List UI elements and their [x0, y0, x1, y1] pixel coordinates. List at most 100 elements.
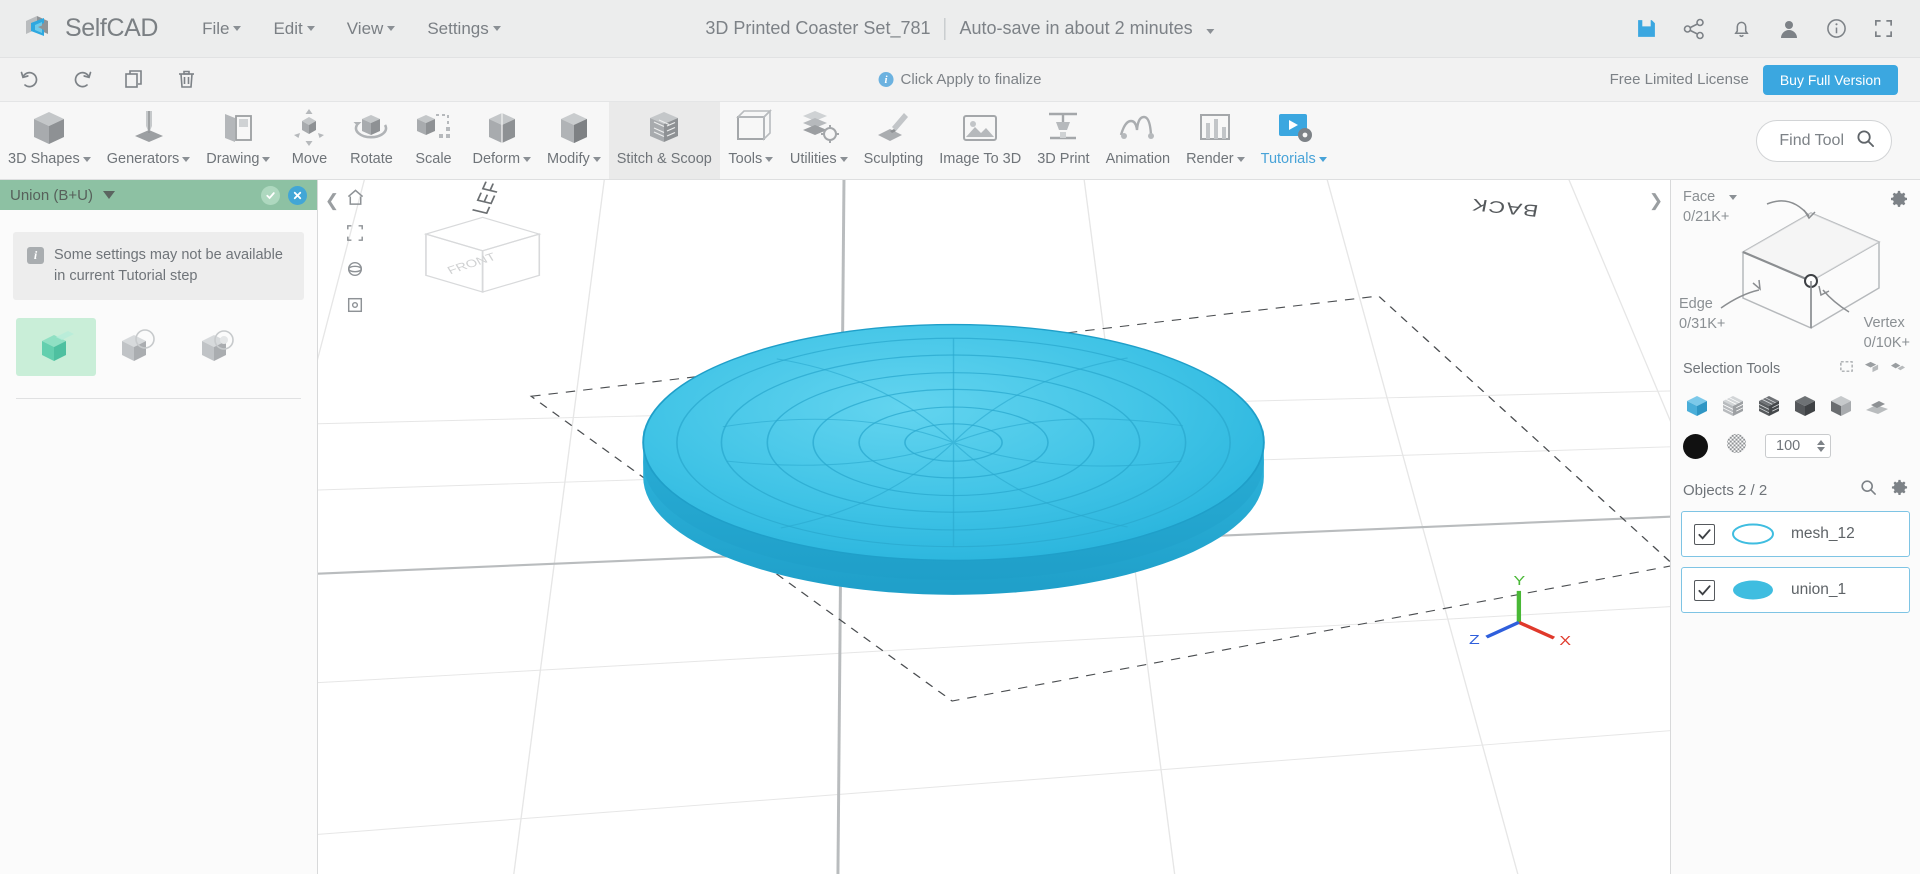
half-shaded-icon[interactable]: [1827, 392, 1854, 419]
tool-render[interactable]: Render: [1178, 102, 1253, 179]
save-icon[interactable]: [1636, 18, 1657, 39]
license-label: Free Limited License: [1609, 71, 1749, 88]
home-view-icon[interactable]: [344, 186, 366, 208]
edge-selection-label[interactable]: Edge 0/31K+: [1679, 295, 1725, 334]
generator-icon: [126, 104, 172, 152]
tool-drawing[interactable]: Drawing: [198, 102, 278, 179]
subtract-option[interactable]: [96, 318, 176, 376]
action-icon-group: [0, 67, 199, 93]
opacity-input[interactable]: [1776, 438, 1810, 454]
tool-utilities[interactable]: Utilities: [782, 102, 856, 179]
autosave-status[interactable]: Auto-save in about 2 minutes: [959, 18, 1215, 39]
info-icon[interactable]: [1826, 18, 1847, 39]
tool-move[interactable]: Move: [278, 102, 340, 179]
target-icon[interactable]: [344, 294, 366, 316]
wireframe-on-shaded-icon[interactable]: [1719, 392, 1746, 419]
chevron-down-icon: [1206, 29, 1215, 34]
tool-scale[interactable]: Scale: [402, 102, 464, 179]
tool-sculpting[interactable]: Sculpting: [856, 102, 932, 179]
union-panel-header[interactable]: Union (B+U): [0, 180, 317, 210]
tool-label: Rotate: [350, 151, 393, 167]
object-visibility-checkbox[interactable]: [1694, 523, 1715, 545]
user-account-icon[interactable]: [1778, 18, 1800, 40]
drawing-icon: [215, 104, 261, 152]
tool-image-to-3d[interactable]: Image To 3D: [931, 102, 1029, 179]
svg-text:Z: Z: [1469, 633, 1480, 647]
info-icon: i: [27, 247, 44, 264]
menu-item-edit[interactable]: Edit: [257, 13, 330, 45]
chevron-down-icon: [82, 156, 91, 162]
face-label: Face: [1683, 189, 1716, 205]
rect-select-icon[interactable]: [1839, 359, 1854, 378]
spinner-down-icon[interactable]: [1817, 447, 1825, 452]
chevron-down-icon: [765, 156, 774, 162]
license-zone: Free Limited License Buy Full Version: [1609, 64, 1920, 95]
top-right-icons: [1636, 18, 1920, 40]
search-icon[interactable]: [1860, 479, 1877, 501]
menu-item-view[interactable]: View: [331, 13, 412, 45]
ribbon-tools: 3D Shapes Generators Drawing Move Rotate…: [0, 102, 1335, 179]
find-tool-search[interactable]: Find Tool: [1756, 119, 1892, 162]
tool-animation[interactable]: Animation: [1098, 102, 1178, 179]
boolean-operation-choices: [0, 300, 317, 398]
spinner-up-icon[interactable]: [1817, 440, 1825, 445]
close-x-icon[interactable]: [288, 185, 307, 205]
orbit-icon[interactable]: [344, 258, 366, 280]
objects-header: Objects 2 / 2: [1671, 471, 1920, 507]
face-count: 0/21K+: [1683, 208, 1730, 225]
selection-type-diagram: Face 0/21K+ Edge 0/31K+ Vertex 0/10K+: [1671, 180, 1920, 355]
box-select-icon[interactable]: [1864, 359, 1880, 378]
checkmark-icon[interactable]: [261, 185, 280, 205]
menu-item-settings[interactable]: Settings: [411, 13, 516, 45]
chevron-down-icon[interactable]: [102, 191, 115, 199]
duplicate-icon[interactable]: [121, 67, 147, 93]
tool-modify[interactable]: Modify: [539, 102, 609, 179]
tool-stitch-and-scoop[interactable]: Stitch & Scoop: [608, 102, 720, 179]
tool-generators[interactable]: Generators: [99, 102, 199, 179]
apply-hint-label: Click Apply to finalize: [900, 71, 1042, 88]
union-option[interactable]: [16, 318, 96, 377]
intersect-option[interactable]: [176, 318, 256, 376]
list-item[interactable]: mesh_12: [1681, 511, 1910, 557]
redo-icon[interactable]: [69, 67, 95, 93]
tool-tools[interactable]: Tools: [720, 102, 782, 179]
viewport-left-tools: [344, 186, 366, 316]
vertex-selection-label[interactable]: Vertex 0/10K+: [1864, 314, 1910, 353]
color-swatch[interactable]: [1683, 433, 1708, 459]
undo-icon[interactable]: [17, 67, 43, 93]
tool-3d-print[interactable]: 3D Print: [1029, 102, 1097, 179]
shadow-plane-icon[interactable]: [1863, 392, 1890, 419]
tool-label: 3D Shapes: [8, 151, 80, 167]
menu-item-file[interactable]: File: [186, 13, 257, 45]
notifications-bell-icon[interactable]: [1731, 18, 1752, 39]
filled-ellipse-thumb: [1729, 577, 1777, 603]
fit-to-screen-icon[interactable]: [344, 222, 366, 244]
share-icon[interactable]: [1683, 18, 1705, 40]
delete-trash-icon[interactable]: [173, 67, 199, 93]
svg-text:LEFT: LEFT: [468, 180, 511, 217]
list-item[interactable]: union_1: [1681, 567, 1910, 613]
brand: SelfCAD: [0, 12, 158, 46]
fullscreen-icon[interactable]: [1873, 18, 1894, 39]
chevron-left-icon[interactable]: ❮: [321, 190, 343, 212]
tool-deform[interactable]: Deform: [464, 102, 539, 179]
object-visibility-checkbox[interactable]: [1694, 579, 1715, 601]
tool-label: Tools: [728, 151, 763, 167]
chevron-right-icon[interactable]: ❯: [1645, 190, 1667, 212]
solid-shaded-icon[interactable]: [1683, 392, 1710, 419]
wireframe-icon[interactable]: [1755, 392, 1782, 419]
tool-rotate[interactable]: Rotate: [340, 102, 402, 179]
lasso-select-icon[interactable]: [1890, 359, 1906, 378]
tool-3d-shapes[interactable]: 3D Shapes: [0, 102, 99, 179]
3d-viewport[interactable]: FRONT LEFT BACK Y X Z ❮ ❯: [318, 180, 1670, 874]
chevron-down-icon: [306, 26, 315, 31]
buy-full-version-button[interactable]: Buy Full Version: [1762, 64, 1898, 95]
tutorial-notice: i Some settings may not be available in …: [13, 232, 304, 301]
face-selection-label[interactable]: Face 0/21K+: [1683, 188, 1738, 227]
opacity-stepper[interactable]: [1765, 434, 1831, 458]
settings-gear-icon[interactable]: [1891, 479, 1908, 501]
tool-tutorials[interactable]: Tutorials: [1253, 102, 1335, 179]
flat-shaded-icon[interactable]: [1791, 392, 1818, 419]
checker-texture-icon[interactable]: [1724, 431, 1749, 461]
opacity-spinner[interactable]: [1817, 440, 1825, 452]
